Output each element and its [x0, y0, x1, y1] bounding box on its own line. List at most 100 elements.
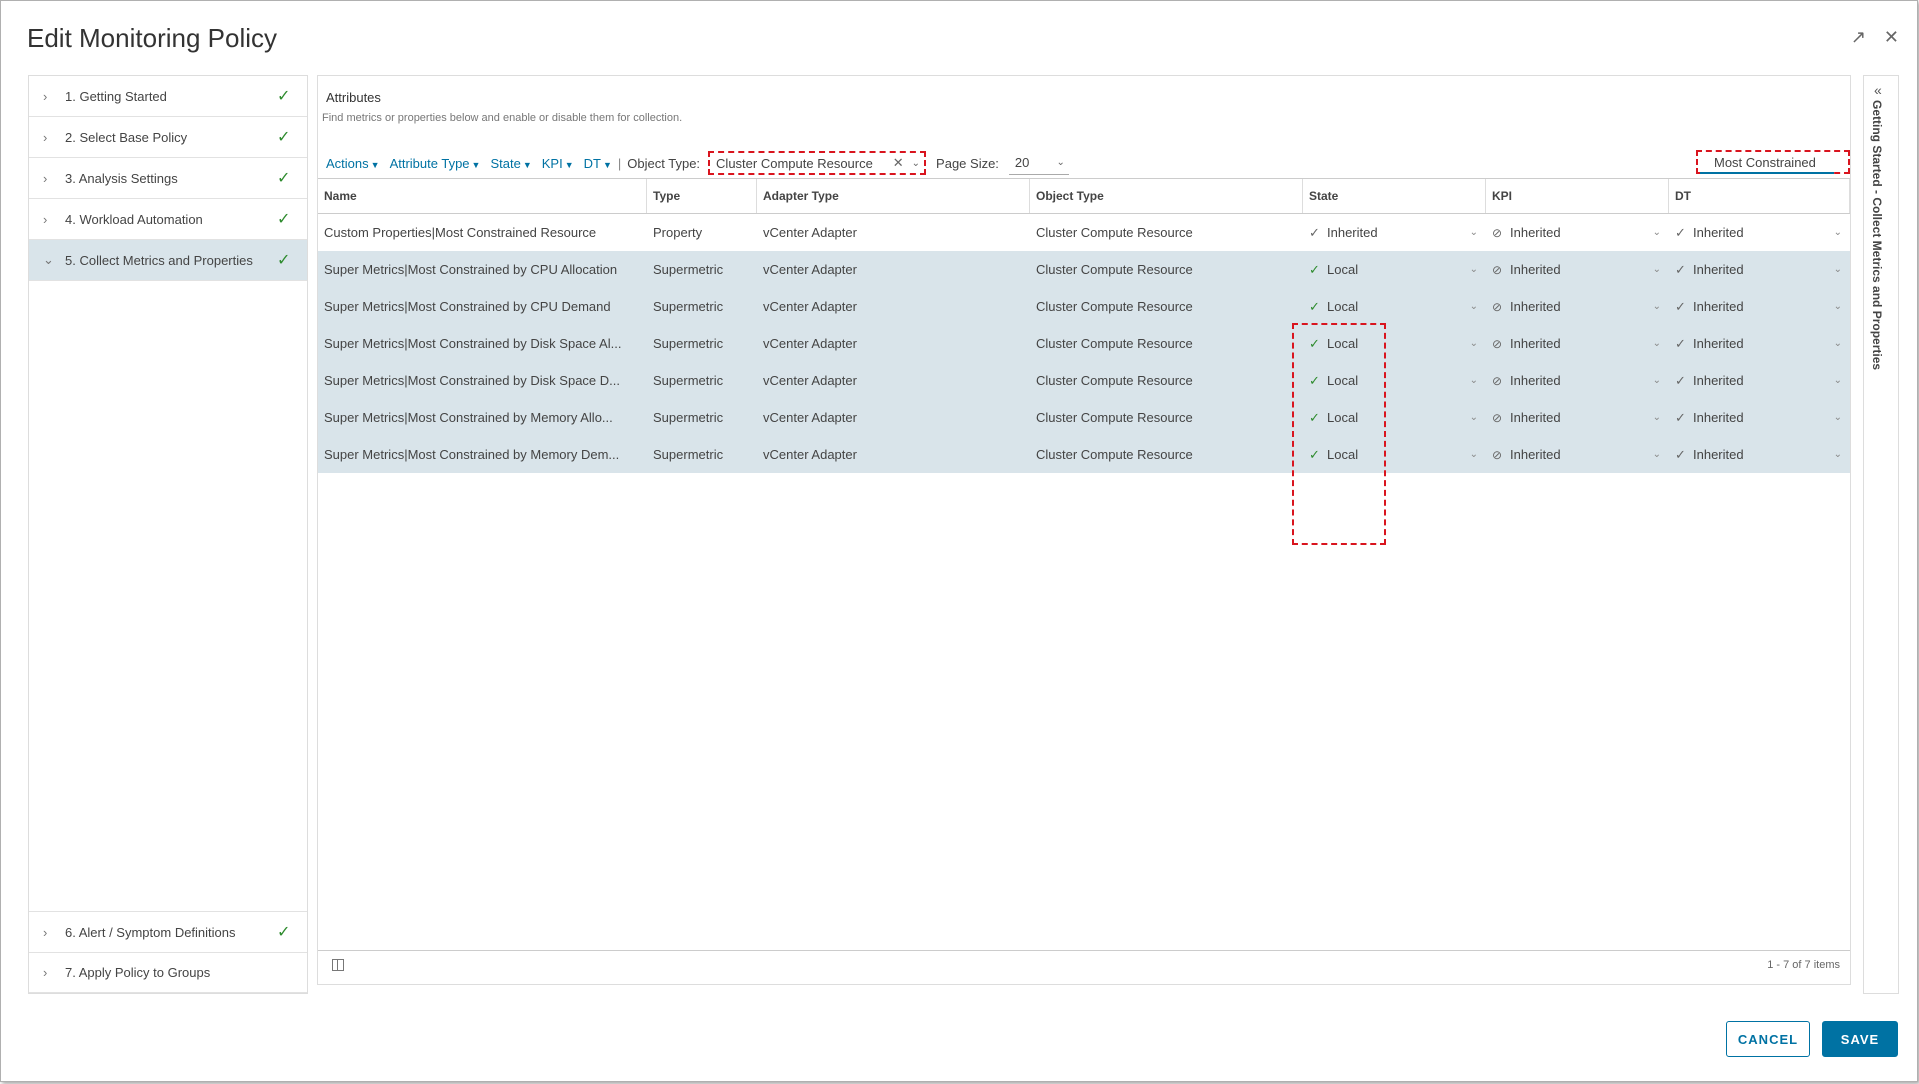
cell-state[interactable]: ✓ Local ⌄ [1303, 399, 1486, 436]
col-dt[interactable]: DT [1669, 179, 1850, 213]
cell-dt[interactable]: ✓ Inherited ⌄ [1669, 251, 1850, 288]
table-row[interactable]: Custom Properties|Most Constrained Resou… [318, 214, 1850, 251]
chevron-down-icon[interactable]: ⌄ [1834, 449, 1842, 460]
cell-dt[interactable]: ✓ Inherited ⌄ [1669, 399, 1850, 436]
chevron-down-icon[interactable]: ⌄ [1653, 338, 1661, 349]
chevron-down-icon[interactable]: ⌄ [1653, 264, 1661, 275]
pin-icon[interactable]: ↗ [1851, 27, 1866, 48]
cell-text: Super Metrics|Most Constrained by CPU Al… [324, 262, 618, 277]
cell-kpi[interactable]: ⊘ Inherited ⌄ [1486, 362, 1669, 399]
step-analysis-settings[interactable]: › 3. Analysis Settings ✓ [29, 158, 307, 199]
chevron-down-icon[interactable]: ⌄ [912, 158, 920, 169]
cell-kpi[interactable]: ⊘ Inherited ⌄ [1486, 436, 1669, 473]
chevron-down-icon[interactable]: ⌄ [1834, 338, 1842, 349]
step-label: 7. Apply Policy to Groups [65, 964, 211, 980]
cancel-button[interactable]: CANCEL [1726, 1021, 1810, 1057]
chevron-right-icon: › [43, 211, 48, 227]
ban-icon: ⊘ [1492, 410, 1503, 425]
step-select-base-policy[interactable]: › 2. Select Base Policy ✓ [29, 117, 307, 158]
cell-adapter: vCenter Adapter [757, 288, 1030, 325]
chevron-down-icon[interactable]: ⌄ [1653, 227, 1661, 238]
save-button[interactable]: SAVE [1822, 1021, 1898, 1057]
kpi-filter[interactable]: KPI ▼ [542, 156, 574, 171]
cell-type: Supermetric [647, 399, 757, 436]
chevron-right-icon: › [43, 924, 48, 940]
table-row[interactable]: Super Metrics|Most Constrained by Memory… [318, 436, 1850, 473]
col-name[interactable]: Name [318, 179, 647, 213]
cell-state[interactable]: ✓ Local ⌄ [1303, 251, 1486, 288]
table-row[interactable]: Super Metrics|Most Constrained by Memory… [318, 399, 1850, 436]
cell-text: vCenter Adapter [763, 299, 857, 314]
cell-text: Inherited [1510, 262, 1561, 277]
chevron-down-icon: ▼ [522, 159, 532, 170]
cell-dt[interactable]: ✓ Inherited ⌄ [1669, 288, 1850, 325]
cell-kpi[interactable]: ⊘ Inherited ⌄ [1486, 251, 1669, 288]
column-toggle-icon[interactable] [332, 959, 344, 971]
cell-text: Cluster Compute Resource [1036, 447, 1193, 462]
page-size-select[interactable]: 20 ⌄ [1008, 152, 1069, 175]
cell-dt[interactable]: ✓ Inherited ⌄ [1669, 325, 1850, 362]
cell-text: Inherited [1510, 225, 1561, 240]
cell-state[interactable]: ✓ Inherited ⌄ [1303, 214, 1486, 251]
cell-dt[interactable]: ✓ Inherited ⌄ [1669, 214, 1850, 251]
actions-menu[interactable]: Actions ▼ [326, 156, 380, 171]
cell-dt[interactable]: ✓ Inherited ⌄ [1669, 436, 1850, 473]
cell-dt[interactable]: ✓ Inherited ⌄ [1669, 362, 1850, 399]
cell-state[interactable]: ✓ Local ⌄ [1303, 436, 1486, 473]
edit-policy-dialog: Edit Monitoring Policy ↗ ✕ › 1. Getting … [0, 0, 1918, 1082]
step-label: 6. Alert / Symptom Definitions [65, 924, 236, 940]
state-filter[interactable]: State ▼ [490, 156, 531, 171]
dt-filter[interactable]: DT ▼ [584, 156, 612, 171]
cell-state[interactable]: ✓ Local ⌄ [1303, 362, 1486, 399]
table-row[interactable]: Super Metrics|Most Constrained by CPU De… [318, 288, 1850, 325]
object-type-select[interactable]: Cluster Compute Resource ✕ ⌄ [708, 151, 927, 175]
cell-text: vCenter Adapter [763, 225, 857, 240]
cell-kpi[interactable]: ⊘ Inherited ⌄ [1486, 399, 1669, 436]
table-row[interactable]: Super Metrics|Most Constrained by Disk S… [318, 362, 1850, 399]
col-state[interactable]: State [1303, 179, 1486, 213]
cell-kpi[interactable]: ⊘ Inherited ⌄ [1486, 325, 1669, 362]
cell-text: Supermetric [653, 336, 724, 351]
clear-icon[interactable]: ✕ [893, 155, 904, 171]
table-row[interactable]: Super Metrics|Most Constrained by Disk S… [318, 325, 1850, 362]
chevron-down-icon[interactable]: ⌄ [1834, 375, 1842, 386]
chevron-down-icon[interactable]: ⌄ [1470, 449, 1478, 460]
cell-state[interactable]: ✓ Local ⌄ [1303, 288, 1486, 325]
cell-kpi[interactable]: ⊘ Inherited ⌄ [1486, 288, 1669, 325]
col-object-type[interactable]: Object Type [1030, 179, 1303, 213]
cell-text: Inherited [1693, 447, 1744, 462]
step-collect-metrics[interactable]: ⌄ 5. Collect Metrics and Properties ✓ [29, 240, 307, 281]
table-row[interactable]: Super Metrics|Most Constrained by CPU Al… [318, 251, 1850, 288]
check-icon: ✓ [1309, 409, 1320, 425]
chevron-down-icon[interactable]: ⌄ [1470, 227, 1478, 238]
step-getting-started[interactable]: › 1. Getting Started ✓ [29, 76, 307, 117]
chevron-down-icon[interactable]: ⌄ [1470, 338, 1478, 349]
chevron-down-icon[interactable]: ⌄ [1653, 449, 1661, 460]
chevron-down-icon[interactable]: ⌄ [1470, 412, 1478, 423]
chevron-down-icon[interactable]: ⌄ [1470, 301, 1478, 312]
col-kpi[interactable]: KPI [1486, 179, 1669, 213]
chevron-down-icon[interactable]: ⌄ [1653, 412, 1661, 423]
cell-state[interactable]: ✓ Local ⌄ [1303, 325, 1486, 362]
chevron-down-icon[interactable]: ⌄ [1653, 301, 1661, 312]
step-apply-policy[interactable]: › 7. Apply Policy to Groups [29, 952, 307, 993]
step-alert-definitions[interactable]: › 6. Alert / Symptom Definitions ✓ [29, 911, 307, 953]
chevron-down-icon[interactable]: ⌄ [1470, 375, 1478, 386]
cell-adapter: vCenter Adapter [757, 325, 1030, 362]
search-input[interactable]: Most Constrained [1696, 150, 1850, 174]
chevron-down-icon[interactable]: ⌄ [1470, 264, 1478, 275]
col-type[interactable]: Type [647, 179, 757, 213]
double-chevron-left-icon[interactable]: « [1874, 82, 1882, 98]
step-workload-automation[interactable]: › 4. Workload Automation ✓ [29, 199, 307, 240]
chevron-down-icon[interactable]: ⌄ [1834, 227, 1842, 238]
chevron-down-icon[interactable]: ⌄ [1653, 375, 1661, 386]
help-side-panel[interactable]: « Getting Started - Collect Metrics and … [1863, 75, 1899, 994]
chevron-down-icon[interactable]: ⌄ [1834, 264, 1842, 275]
col-adapter-type[interactable]: Adapter Type [757, 179, 1030, 213]
cell-kpi[interactable]: ⊘ Inherited ⌄ [1486, 214, 1669, 251]
cell-text: Super Metrics|Most Constrained by Disk S… [324, 373, 620, 388]
attribute-type-filter[interactable]: Attribute Type ▼ [390, 156, 481, 171]
chevron-down-icon[interactable]: ⌄ [1834, 412, 1842, 423]
close-icon[interactable]: ✕ [1884, 27, 1899, 48]
chevron-down-icon[interactable]: ⌄ [1834, 301, 1842, 312]
